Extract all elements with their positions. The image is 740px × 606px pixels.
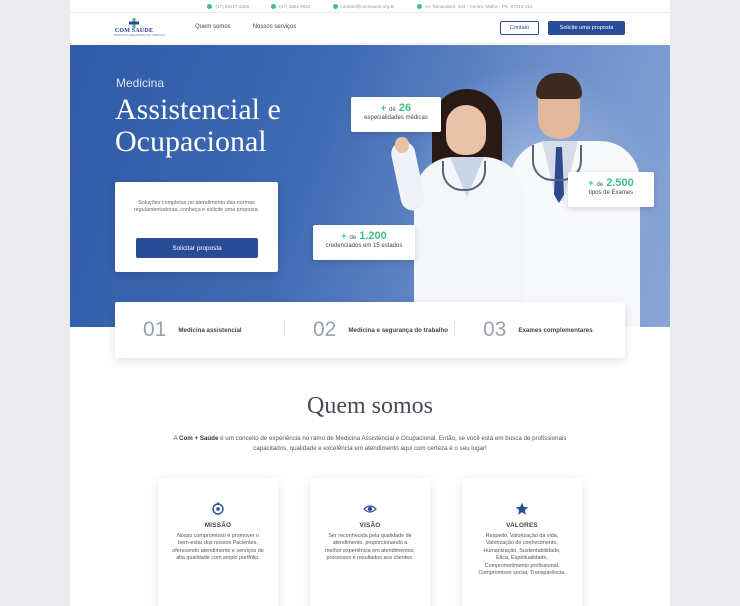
contact-button[interactable]: Contato — [500, 21, 539, 35]
whatsapp-icon — [207, 3, 213, 9]
hero-info-card: Soluções completas no atendimento das no… — [115, 182, 278, 272]
star-icon — [515, 502, 529, 516]
email-text: contato@comsaude.org.br — [340, 3, 395, 9]
card-title: MISSÃO — [204, 522, 232, 529]
solicitar-proposta-button[interactable]: Solicitar proposta — [136, 238, 258, 258]
stat-especialidades: + de 26 especialidades médicas — [351, 97, 441, 132]
section-title: Quem somos — [307, 393, 433, 419]
navbar: COM SAÚDE MEDICINA E SEGURANÇA DO TRABAL… — [70, 13, 670, 44]
phone2-text: (47) 3801-9922 — [279, 3, 311, 9]
step-label: Medicina assistencial — [178, 326, 242, 334]
request-proposal-button[interactable]: Solicite uma proposta — [548, 21, 625, 35]
card-text: Respeito, Valorização da vida, Valorizaç… — [478, 533, 566, 577]
hero-kicker: Medicina — [116, 76, 165, 90]
location-icon — [416, 3, 422, 9]
step-number: 01 — [143, 318, 167, 341]
stat-prefix: de — [389, 107, 396, 113]
phone2-item[interactable]: (47) 3801-9922 — [271, 3, 311, 9]
hero-card-text: Soluções completas no atendimento das no… — [133, 200, 260, 213]
about-description: A Com + Saúde é um conceito de experiênc… — [160, 434, 580, 454]
step-item[interactable]: 03 Exames complementares — [455, 318, 625, 342]
stat-value: 2.500 — [606, 177, 634, 189]
values-card: VALORES Respeito, Valorização da vida, V… — [462, 478, 582, 606]
about-brand: Com + Saúde — [179, 435, 219, 442]
logo[interactable]: COM SAÚDE MEDICINA E SEGURANÇA DO TRABAL… — [114, 18, 166, 37]
vision-card: VISÃO Ser reconhecida pela qualidade de … — [310, 478, 430, 606]
hero-title-line1: Assistencial e — [115, 93, 281, 126]
stat-prefix: de — [596, 182, 604, 188]
logo-cross-icon — [128, 18, 140, 28]
nav-links: Quem somos Nossos serviços — [195, 24, 296, 30]
step-item[interactable]: 02 Medicina e segurança do trabalho — [285, 318, 455, 342]
plus-icon: + — [341, 231, 347, 241]
step-item[interactable]: 01 Medicina assistencial — [115, 318, 285, 342]
stat-exames: + de 2.500 tipos de Exames — [568, 172, 654, 207]
stat-credenciados: + de 1.200 credenciados em 15 estados — [313, 225, 415, 260]
phone-icon — [271, 3, 277, 9]
hero-title-line2: Ocupacional — [115, 125, 267, 158]
card-text: Ser reconhecida pela qualidade de atendi… — [325, 533, 415, 562]
stat-value: 1.200 — [359, 230, 387, 242]
nav-link-servicos[interactable]: Nossos serviços — [253, 24, 297, 30]
contact-topbar: (47) 98117-3296 (47) 3801-9922 contato@c… — [70, 0, 670, 13]
target-icon — [211, 502, 225, 516]
stat-value: 26 — [398, 102, 412, 114]
step-label: Medicina e segurança do trabalho — [348, 326, 449, 334]
step-number: 03 — [483, 318, 507, 341]
about-rest: é um conceito de experiência no ramo de … — [218, 435, 567, 452]
logo-tagline: MEDICINA E SEGURANÇA DO TRABALHO — [114, 34, 166, 37]
card-title: VISÃO — [359, 522, 381, 529]
phone-text: (47) 98117-3296 — [215, 3, 250, 9]
address-item[interactable]: Av. Tamandaré, 443 - Centro, Mafra - PR,… — [416, 3, 533, 9]
plus-icon: + — [588, 178, 594, 188]
female-doctor-face — [446, 105, 486, 155]
page: (47) 98117-3296 (47) 3801-9922 contato@c… — [70, 0, 670, 606]
mission-card: MISSÃO Nosso compromisso é promover o be… — [158, 478, 278, 606]
email-item[interactable]: contato@comsaude.org.br — [332, 3, 395, 9]
eye-icon — [363, 502, 377, 516]
female-doctor-hand — [395, 137, 409, 153]
nav-link-quem-somos[interactable]: Quem somos — [195, 24, 231, 30]
plus-icon: + — [380, 103, 387, 113]
hero-banner: Medicina Assistencial e Ocupacional Solu… — [70, 45, 670, 327]
stat-label: credenciados em 15 estados — [325, 243, 403, 249]
step-label: Exames complementares — [518, 326, 593, 334]
card-title: VALORES — [506, 522, 538, 529]
phone-item[interactable]: (47) 98117-3296 — [207, 3, 250, 9]
card-text: Nosso compromisso é promover o bem-estar… — [172, 533, 264, 562]
hero-title: Assistencial e Ocupacional — [115, 94, 281, 158]
services-steps: 01 Medicina assistencial 02 Medicina e s… — [115, 302, 625, 358]
step-number: 02 — [313, 318, 337, 341]
stat-label: tipos de Exames — [588, 190, 634, 196]
stat-prefix: de — [349, 235, 357, 241]
address-text: Av. Tamandaré, 443 - Centro, Mafra - PR,… — [424, 3, 533, 9]
mail-icon — [332, 3, 338, 9]
stat-label: especialidades médicas — [364, 115, 428, 121]
values-cards: MISSÃO Nosso compromisso é promover o be… — [158, 478, 582, 606]
